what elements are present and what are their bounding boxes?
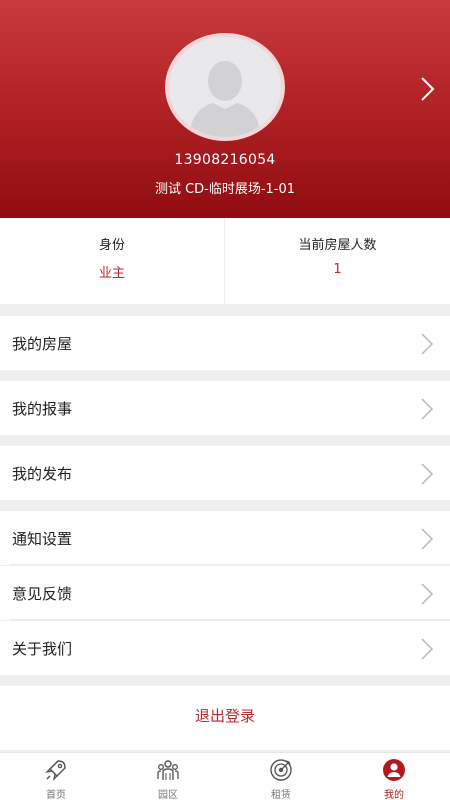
menu-item-label: 我的发布	[12, 465, 73, 483]
chevron-right-icon	[421, 463, 434, 485]
user-circle-icon	[383, 759, 405, 781]
rocket-icon	[45, 760, 66, 781]
menu-item-label: 我的房屋	[12, 335, 73, 353]
target-icon	[270, 759, 292, 781]
tab-lease[interactable]: 租赁	[225, 753, 337, 800]
tab-home[interactable]: 首页	[0, 753, 112, 800]
tab-park[interactable]: 园区	[112, 753, 224, 800]
people-count-value: 1	[333, 262, 342, 277]
house-address: 测试 CD-临时展场-1-01	[154, 182, 296, 197]
menu-item-notify-settings[interactable]: 通知设置	[0, 511, 450, 565]
logout-button[interactable]: 退出登录	[0, 686, 450, 750]
identity-value: 业主	[98, 266, 125, 281]
phone-number: 13908216054	[174, 152, 276, 168]
tab-label: 我的	[384, 790, 404, 800]
people-count-stat: 当前房屋人数 1	[225, 218, 450, 304]
bottom-tab-bar: 首页 园区 租赁 我的	[0, 752, 450, 800]
people-count-label: 当前房屋人数	[298, 238, 377, 253]
avatar[interactable]	[165, 33, 285, 141]
menu-item-label: 通知设置	[12, 530, 73, 548]
tab-mine[interactable]: 我的	[338, 753, 450, 800]
chevron-right-icon[interactable]	[416, 74, 438, 104]
chevron-right-icon	[421, 528, 434, 550]
menu-item-label: 关于我们	[12, 640, 73, 658]
menu-item-my-house[interactable]: 我的房屋	[0, 316, 450, 370]
tab-label: 租赁	[271, 790, 291, 800]
people-group-icon	[157, 760, 179, 780]
menu-item-about-us[interactable]: 关于我们	[0, 621, 450, 675]
menu-item-label: 意见反馈	[12, 585, 73, 603]
chevron-right-icon	[421, 398, 434, 420]
chevron-right-icon	[421, 583, 434, 605]
profile-header[interactable]: 13908216054 测试 CD-临时展场-1-01	[0, 0, 450, 218]
stats-panel: 身份 业主 当前房屋人数 1	[0, 218, 450, 304]
tab-label: 园区	[158, 790, 178, 800]
identity-stat: 身份 业主	[0, 218, 225, 304]
menu-item-my-post[interactable]: 我的发布	[0, 446, 450, 500]
default-avatar-icon	[189, 61, 261, 137]
row-divider	[10, 619, 450, 620]
chevron-right-icon	[421, 638, 434, 660]
logout-label: 退出登录	[194, 707, 255, 725]
chevron-right-icon	[421, 333, 434, 355]
menu-item-feedback[interactable]: 意见反馈	[0, 566, 450, 620]
menu-item-my-report[interactable]: 我的报事	[0, 381, 450, 435]
row-divider	[10, 564, 450, 565]
tab-label: 首页	[46, 790, 66, 800]
identity-label: 身份	[98, 238, 125, 253]
menu-item-label: 我的报事	[12, 400, 73, 418]
